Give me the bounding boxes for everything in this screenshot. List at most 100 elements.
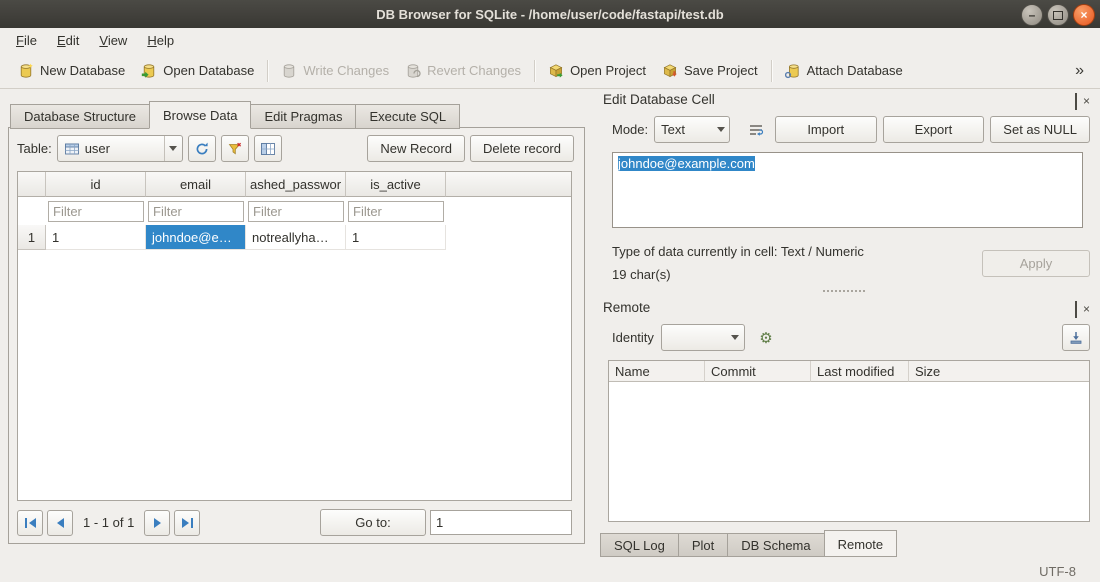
column-header-is-active[interactable]: is_active: [346, 172, 446, 197]
mode-select[interactable]: Text: [654, 116, 730, 143]
dock-splitter-handle[interactable]: [823, 290, 865, 292]
close-dock-button[interactable]: ×: [1083, 95, 1090, 107]
window-title: DB Browser for SQLite - /home/user/code/…: [376, 7, 723, 22]
column-header-hashed-password[interactable]: ashed_passwor: [246, 172, 346, 197]
write-changes-icon: [281, 63, 297, 79]
clone-database-button[interactable]: [1062, 324, 1090, 351]
column-header-email[interactable]: email: [146, 172, 246, 197]
main-tabs: Database Structure Browse Data Edit Prag…: [10, 101, 459, 129]
remote-files-table: Name Commit Last modified Size: [608, 360, 1090, 522]
filter-input-email[interactable]: [148, 201, 244, 222]
filter-input-is-active[interactable]: [348, 201, 444, 222]
table-selector[interactable]: user: [57, 135, 183, 162]
next-record-icon: [154, 518, 161, 528]
corner-header-cell[interactable]: [18, 172, 46, 197]
cell-hashed-password[interactable]: notreallyha…: [246, 225, 346, 250]
remote-column-name[interactable]: Name: [609, 361, 705, 382]
cell-is-active[interactable]: 1: [346, 225, 446, 250]
goto-button[interactable]: Go to:: [320, 509, 426, 536]
table-label: Table:: [17, 141, 52, 156]
minimize-icon: –: [1029, 9, 1036, 21]
row-number-header[interactable]: 1: [18, 225, 46, 250]
refresh-icon: [194, 141, 210, 157]
open-database-button[interactable]: Open Database: [133, 58, 262, 84]
cell-editor[interactable]: johndoe@example.com: [612, 152, 1083, 228]
save-project-button[interactable]: Save Project: [654, 58, 766, 84]
tab-edit-pragmas[interactable]: Edit Pragmas: [250, 104, 356, 129]
first-record-button[interactable]: [17, 510, 43, 536]
menu-file[interactable]: File: [6, 29, 47, 52]
tab-sql-log[interactable]: SQL Log: [600, 533, 679, 557]
toolbar-separator: [534, 60, 535, 82]
tab-execute-sql[interactable]: Execute SQL: [355, 104, 460, 129]
toolbar-separator: [267, 60, 268, 82]
remote-identity-row: Identity ⚙: [612, 324, 1090, 351]
filter-row: [18, 197, 571, 225]
freeze-columns-button[interactable]: [254, 135, 282, 162]
gear-icon: ⚙: [759, 329, 772, 347]
filter-input-id[interactable]: [48, 201, 144, 222]
remote-column-size[interactable]: Size: [909, 361, 1089, 382]
minimize-button[interactable]: –: [1021, 4, 1043, 26]
word-wrap-icon: [748, 122, 764, 138]
word-wrap-button[interactable]: [742, 116, 769, 143]
float-dock-button[interactable]: [1075, 94, 1077, 109]
open-database-label: Open Database: [163, 63, 254, 78]
float-icon: [1075, 301, 1077, 318]
cell-id[interactable]: 1: [46, 225, 146, 250]
tab-db-schema[interactable]: DB Schema: [727, 533, 824, 557]
database-open-icon: [141, 63, 157, 79]
cell-email[interactable]: johndoe@e…: [146, 225, 246, 250]
manage-identities-button[interactable]: ⚙: [752, 324, 780, 351]
clear-filters-button[interactable]: [221, 135, 249, 162]
remote-dock-buttons: ×: [1075, 302, 1090, 316]
tab-database-structure[interactable]: Database Structure: [10, 104, 150, 129]
remote-close-dock-button[interactable]: ×: [1083, 303, 1090, 315]
maximize-icon: [1053, 11, 1063, 20]
first-record-icon: [25, 518, 27, 528]
refresh-button[interactable]: [188, 135, 216, 162]
mode-select-arrow: [712, 117, 729, 142]
goto-input[interactable]: [430, 510, 572, 535]
previous-record-button[interactable]: [47, 510, 73, 536]
maximize-button[interactable]: [1047, 4, 1069, 26]
new-database-button[interactable]: New Database: [10, 58, 133, 84]
app-window: DB Browser for SQLite - /home/user/code/…: [0, 0, 1100, 582]
tab-remote[interactable]: Remote: [824, 530, 898, 557]
import-button[interactable]: Import: [775, 116, 877, 143]
close-icon: ×: [1080, 9, 1087, 21]
tab-browse-data[interactable]: Browse Data: [149, 101, 251, 129]
close-button[interactable]: ×: [1073, 4, 1095, 26]
remote-column-last-modified[interactable]: Last modified: [811, 361, 909, 382]
identity-select[interactable]: [661, 324, 745, 351]
columns-icon: [260, 141, 276, 157]
attach-database-button[interactable]: Attach Database: [777, 58, 911, 84]
edit-cell-title: Edit Database Cell: [603, 92, 715, 107]
apply-button: Apply: [982, 250, 1090, 277]
delete-record-button[interactable]: Delete record: [470, 135, 574, 162]
attach-database-label: Attach Database: [807, 63, 903, 78]
header-filler: [446, 172, 571, 197]
menu-edit[interactable]: Edit: [47, 29, 89, 52]
write-changes-label: Write Changes: [303, 63, 389, 78]
export-button[interactable]: Export: [883, 116, 985, 143]
filter-input-hashed-password[interactable]: [248, 201, 344, 222]
record-pager: 1 - 1 of 1 Go to:: [17, 509, 572, 536]
remote-float-dock-button[interactable]: [1075, 302, 1077, 317]
project-open-icon: [548, 63, 564, 79]
remote-column-commit[interactable]: Commit: [705, 361, 811, 382]
column-header-id[interactable]: id: [46, 172, 146, 197]
toolbar-overflow-button[interactable]: »: [1069, 62, 1090, 80]
menu-view[interactable]: View: [89, 29, 137, 52]
next-record-button[interactable]: [144, 510, 170, 536]
table-selector-arrow: [164, 136, 182, 161]
open-project-button[interactable]: Open Project: [540, 58, 654, 84]
menu-help[interactable]: Help: [137, 29, 184, 52]
tab-plot[interactable]: Plot: [678, 533, 728, 557]
last-record-button[interactable]: [174, 510, 200, 536]
set-as-null-button[interactable]: Set as NULL: [990, 116, 1090, 143]
new-record-button[interactable]: New Record: [367, 135, 465, 162]
write-changes-button: Write Changes: [273, 58, 397, 84]
cell-type-info: Type of data currently in cell: Text / N…: [612, 244, 864, 259]
main-toolbar: New Database Open Database Write Changes: [0, 53, 1100, 89]
